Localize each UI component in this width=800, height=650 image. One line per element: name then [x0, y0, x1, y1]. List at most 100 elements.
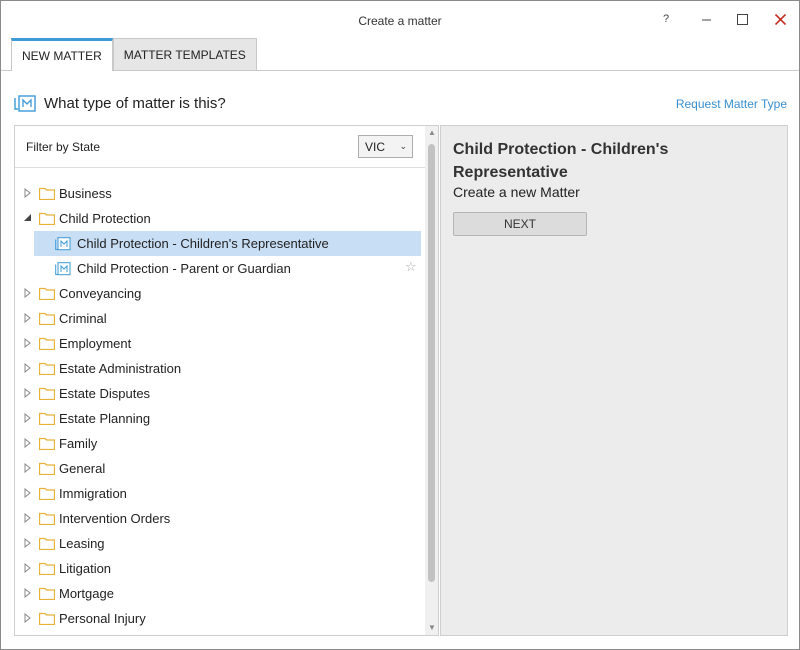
expand-arrow-icon[interactable] — [24, 588, 32, 598]
star-icon[interactable]: ☆ — [405, 259, 417, 275]
tree-item-label: Personal Injury — [59, 611, 146, 626]
folder-icon — [39, 287, 55, 300]
chevron-down-icon: ⌄ — [399, 141, 407, 151]
scroll-down-arrow-icon[interactable]: ▼ — [428, 623, 436, 632]
expand-arrow-icon[interactable] — [24, 513, 32, 523]
folder-icon — [39, 362, 55, 375]
tree-item-criminal[interactable]: Criminal — [15, 306, 425, 331]
tab-new-matter[interactable]: NEW MATTER — [11, 38, 113, 71]
matter-type-panel: Filter by State VIC ⌄ Business Child Pro… — [14, 125, 439, 636]
expand-arrow-icon[interactable] — [24, 313, 32, 323]
tree-item-general[interactable]: General — [15, 456, 425, 481]
tree-item-label: Child Protection - Children's Representa… — [77, 236, 329, 251]
matter-type-tree: Business Child Protection Child Protecti… — [15, 181, 425, 631]
next-button[interactable]: NEXT — [453, 212, 587, 236]
matter-detail-panel: Child Protection - Children's Representa… — [440, 125, 788, 636]
expand-arrow-icon[interactable] — [24, 288, 32, 298]
tree-item-family[interactable]: Family — [15, 431, 425, 456]
tree-item-label: Employment — [59, 336, 132, 351]
expand-arrow-icon[interactable] — [24, 538, 32, 548]
state-select[interactable]: VIC ⌄ — [358, 135, 413, 158]
tree-item-intervention-orders[interactable]: Intervention Orders — [15, 506, 425, 531]
expand-arrow-icon[interactable] — [24, 388, 32, 398]
page-question: What type of matter is this? — [44, 95, 226, 112]
expand-arrow-icon[interactable] — [24, 463, 32, 473]
tree-item-label: Estate Administration — [59, 361, 182, 376]
tree-item-mortgage[interactable]: Mortgage — [15, 581, 425, 606]
expand-arrow-icon[interactable] — [24, 363, 32, 373]
tree-item-label: Child Protection — [59, 211, 151, 226]
folder-icon — [39, 212, 55, 225]
filter-label: Filter by State — [26, 140, 101, 154]
tab-matter-templates[interactable]: MATTER TEMPLATES — [112, 38, 257, 71]
tree-item-label: Leasing — [59, 536, 105, 551]
expand-arrow-icon[interactable] — [24, 413, 32, 423]
maximize-button[interactable] — [727, 7, 757, 31]
tree-item-litigation[interactable]: Litigation — [15, 556, 425, 581]
detail-subtitle: Create a new Matter — [453, 184, 580, 200]
title-bar: Create a matter ? — [1, 1, 799, 37]
tree-item-label: Criminal — [59, 311, 107, 326]
folder-icon — [39, 587, 55, 600]
scroll-up-arrow-icon[interactable]: ▲ — [428, 128, 436, 137]
expand-arrow-icon[interactable] — [24, 338, 32, 348]
expand-arrow-icon[interactable] — [24, 188, 32, 198]
matter-icon — [55, 262, 71, 276]
tree-item-label: Family — [59, 436, 98, 451]
folder-icon — [39, 562, 55, 575]
minimize-button[interactable] — [691, 7, 721, 31]
tree-item-business[interactable]: Business — [15, 181, 425, 206]
expand-arrow-icon[interactable] — [24, 488, 32, 498]
folder-icon — [39, 487, 55, 500]
tree-item-label: Estate Disputes — [59, 386, 151, 401]
matter-icon — [55, 237, 71, 251]
minimize-icon — [701, 19, 711, 20]
close-icon — [774, 13, 786, 25]
tree-item-childrens-representative[interactable]: Child Protection - Children's Representa… — [15, 231, 425, 256]
scrollbar-thumb[interactable] — [428, 144, 435, 582]
tree-item-label: Conveyancing — [59, 286, 142, 301]
folder-icon — [39, 412, 55, 425]
tree-item-estate-disputes[interactable]: Estate Disputes — [15, 381, 425, 406]
tree-item-label: Estate Planning — [59, 411, 151, 426]
folder-icon — [39, 537, 55, 550]
filter-row: Filter by State VIC ⌄ — [15, 126, 425, 168]
matter-type-icon — [14, 95, 36, 112]
request-matter-type-link[interactable]: Request Matter Type — [676, 97, 787, 111]
folder-icon — [39, 462, 55, 475]
tree-item-parent-or-guardian[interactable]: Child Protection - Parent or Guardian ☆ — [15, 256, 425, 281]
tree-item-employment[interactable]: Employment — [15, 331, 425, 356]
folder-icon — [39, 437, 55, 450]
folder-icon — [39, 337, 55, 350]
create-matter-window: Create a matter ? NEW MATTER MATTER TEMP… — [0, 0, 800, 650]
close-button[interactable] — [765, 7, 795, 31]
detail-title: Child Protection - Children's Representa… — [453, 141, 669, 181]
tree-item-immigration[interactable]: Immigration — [15, 481, 425, 506]
tree-item-label: Litigation — [59, 561, 112, 576]
tree-item-label: Child Protection - Parent or Guardian — [77, 261, 291, 276]
help-button[interactable]: ? — [651, 7, 681, 31]
tree-item-conveyancing[interactable]: Conveyancing — [15, 281, 425, 306]
folder-icon — [39, 387, 55, 400]
folder-icon — [39, 612, 55, 625]
tree-item-label: General — [59, 461, 106, 476]
expand-arrow-icon[interactable] — [24, 563, 32, 573]
tab-bar: NEW MATTER MATTER TEMPLATES — [11, 38, 257, 71]
tab-divider — [1, 70, 799, 71]
collapse-arrow-icon[interactable] — [24, 213, 32, 223]
tree-item-child-protection[interactable]: Child Protection — [15, 206, 425, 231]
state-select-value: VIC — [365, 139, 386, 154]
tree-item-label: Immigration — [59, 486, 127, 501]
expand-arrow-icon[interactable] — [24, 613, 32, 623]
folder-icon — [39, 187, 55, 200]
tree-item-label: Mortgage — [59, 586, 114, 601]
expand-arrow-icon[interactable] — [24, 438, 32, 448]
tree-scrollbar[interactable]: ▲ ▼ — [425, 126, 438, 635]
tree-item-estate-administration[interactable]: Estate Administration — [15, 356, 425, 381]
tree-item-personal-injury[interactable]: Personal Injury — [15, 606, 425, 631]
tree-item-estate-planning[interactable]: Estate Planning — [15, 406, 425, 431]
tree-item-leasing[interactable]: Leasing — [15, 531, 425, 556]
folder-icon — [39, 512, 55, 525]
maximize-icon — [736, 13, 748, 25]
tree-item-label: Business — [59, 186, 112, 201]
